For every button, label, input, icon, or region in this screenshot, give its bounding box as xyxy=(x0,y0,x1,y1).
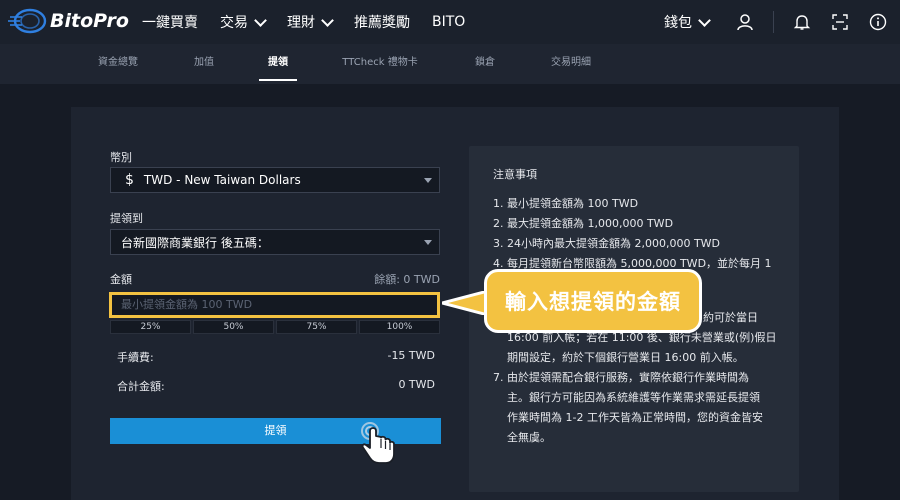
nav-item-label: 推薦獎勵 xyxy=(354,15,410,31)
tab-ttcheck-gift-card[interactable]: TTCheck 禮物卡 xyxy=(330,44,430,84)
tab-transaction-history[interactable]: 交易明細 xyxy=(540,44,602,84)
tab-label: 加值 xyxy=(194,57,214,68)
bank-select-value: 台新國際商業銀行 後五碼： xyxy=(121,235,269,250)
nav-item-label: 交易 xyxy=(220,15,248,31)
nav-item-bito[interactable]: BITO xyxy=(432,14,465,30)
tab-withdraw[interactable]: 提領 xyxy=(259,44,297,84)
total-label: 合計金額: xyxy=(117,380,165,393)
percent-50-button[interactable]: 50% xyxy=(193,320,274,334)
tab-deposit[interactable]: 加值 xyxy=(184,44,224,84)
notice-line: 2. 最大提領金額為 1,000,000 TWD xyxy=(493,217,674,230)
notice-line: 作業時間為 1-2 工作天皆為正常時間，您的資金皆安 xyxy=(507,411,763,424)
nav-item-finance[interactable]: 理財 xyxy=(287,12,334,32)
bitopro-logo[interactable]: BitoPro xyxy=(8,8,129,34)
percent-25-button[interactable]: 25% xyxy=(110,320,191,334)
currency-select[interactable]: $ TWD - New Taiwan Dollars xyxy=(110,167,440,193)
dollar-icon: $ xyxy=(125,172,134,188)
nav-item-referral[interactable]: 推薦獎勵 xyxy=(354,12,410,32)
dropdown-caret-icon xyxy=(424,240,432,245)
chevron-down-icon xyxy=(254,13,267,27)
tab-lockup[interactable]: 鎖倉 xyxy=(465,44,505,84)
main-nav: 一鍵買賣 交易 理財 推薦獎勵 BITO xyxy=(142,0,487,44)
currency-select-value: TWD - New Taiwan Dollars xyxy=(143,173,301,187)
notice-line: 1. 最小提領金額為 100 TWD xyxy=(493,197,639,210)
header-divider xyxy=(773,11,774,33)
amount-label: 金額 xyxy=(110,273,132,286)
bank-account-select[interactable]: 台新國際商業銀行 後五碼： xyxy=(110,229,440,255)
percentage-buttons: 25% 50% 75% 100% xyxy=(110,320,440,334)
brand-name: BitoPro xyxy=(50,10,129,32)
amount-placeholder: 最小提領金額為 100 TWD xyxy=(121,298,253,311)
header-right-actions: 錢包 xyxy=(664,0,900,44)
nav-item-quick-buy[interactable]: 一鍵買賣 xyxy=(142,12,198,32)
info-icon[interactable] xyxy=(868,12,888,32)
nav-item-label: 一鍵買賣 xyxy=(142,15,198,31)
chevron-down-icon xyxy=(698,13,711,27)
callout-pointer xyxy=(442,291,488,315)
user-icon[interactable] xyxy=(735,12,755,32)
wallet-menu[interactable]: 錢包 xyxy=(664,12,711,32)
bell-icon[interactable] xyxy=(792,12,812,32)
scan-icon[interactable] xyxy=(830,12,850,32)
notice-line: 7. 由於提領需配合銀行服務，實際依銀行作業時間為 xyxy=(493,371,749,384)
wallet-label: 錢包 xyxy=(664,15,692,31)
percent-100-button[interactable]: 100% xyxy=(359,320,440,334)
submit-label: 提領 xyxy=(264,424,287,437)
nav-item-label: BITO xyxy=(432,14,466,30)
tutorial-callout: 輸入想提領的金額 xyxy=(484,269,702,333)
nav-item-trade[interactable]: 交易 xyxy=(220,12,267,32)
nav-item-label: 理財 xyxy=(287,15,315,31)
total-value: 0 TWD xyxy=(398,378,435,391)
notice-line: 主。銀行方可能因為系統維護等作業需求需延長提領 xyxy=(507,391,760,404)
hand-pointer-icon xyxy=(361,422,395,464)
dropdown-caret-icon xyxy=(424,178,432,183)
amount-input[interactable]: 最小提領金額為 100 TWD xyxy=(109,292,440,318)
withdraw-to-label: 提領到 xyxy=(110,212,143,225)
percent-75-button[interactable]: 75% xyxy=(276,320,357,334)
chevron-down-icon xyxy=(321,13,334,27)
notice-line: 全無虞。 xyxy=(507,431,551,444)
tab-label: 提領 xyxy=(268,57,288,68)
tab-label: TTCheck 禮物卡 xyxy=(342,57,418,68)
active-tab-indicator xyxy=(259,79,297,81)
tab-label: 鎖倉 xyxy=(475,57,495,68)
tab-label: 資金總覽 xyxy=(98,57,138,68)
currency-label: 幣別 xyxy=(110,151,132,164)
notice-line: 約可於當日 xyxy=(703,311,758,324)
fee-label: 手續費: xyxy=(117,351,154,364)
tab-asset-overview[interactable]: 資金總覽 xyxy=(88,44,148,84)
notice-title: 注意事項 xyxy=(493,168,537,181)
top-navigation-bar: BitoPro 一鍵買賣 交易 理財 推薦獎勵 BITO 錢包 xyxy=(0,0,900,44)
bitopro-logo-icon xyxy=(8,8,47,34)
notice-line: 期間設定，約於下個銀行營業日 16:00 前入帳。 xyxy=(507,351,744,364)
tab-label: 交易明細 xyxy=(551,57,591,68)
notice-line: 3. 24小時內最大提領金額為 2,000,000 TWD xyxy=(493,237,721,250)
balance-text: 餘額: 0 TWD xyxy=(374,273,440,286)
wallet-tabs: 資金總覽 加值 提領 TTCheck 禮物卡 鎖倉 交易明細 xyxy=(0,44,900,84)
callout-text: 輸入想提領的金額 xyxy=(505,290,681,314)
fee-value: -15 TWD xyxy=(387,349,435,362)
